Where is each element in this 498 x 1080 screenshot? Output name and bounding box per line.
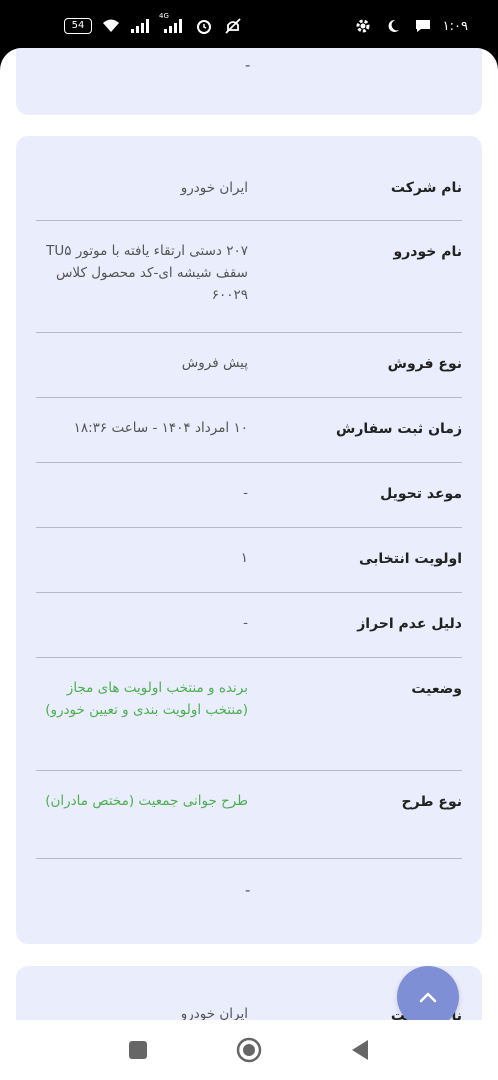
recent-apps-button[interactable] [129, 1041, 147, 1063]
row-label: نام خودرو [393, 244, 462, 260]
row-sale-type: نوع فروش پیش فروش [36, 332, 462, 398]
row-value: - [243, 615, 248, 631]
previous-card: - [16, 48, 482, 115]
wifi-icon [101, 18, 121, 34]
alarm-icon [194, 18, 214, 34]
row-rejection-reason: دلیل عدم احراز - [36, 592, 462, 658]
row-plan-type: نوع طرح طرح جوانی جمعیت (مختص مادران) [36, 770, 462, 859]
moon-icon [383, 18, 403, 34]
battery-icon: 54 [64, 18, 92, 34]
app-screen: - نام شرکت ایران خودرو نام خودرو ۲۰۷ دست… [0, 48, 498, 1020]
row-label: وضعیت [411, 681, 462, 697]
chevron-up-icon [419, 992, 437, 1003]
scroll-top-button[interactable] [397, 966, 459, 1020]
signal-icon [130, 18, 150, 34]
row-value: ۱۰ امرداد ۱۴۰۴ - ساعت ۱۸:۳۶ [73, 420, 248, 436]
row-order-time: زمان ثبت سفارش ۱۰ امرداد ۱۴۰۴ - ساعت ۱۸:… [36, 397, 462, 463]
message-icon [413, 18, 433, 34]
row-company: نام شرکت ایران خودرو [36, 136, 462, 221]
previous-card-value: - [245, 56, 251, 74]
clock: ۱:۰۹ [442, 18, 468, 34]
row-value: ایران خودرو [180, 180, 248, 196]
row-label: نام شرکت [390, 180, 462, 196]
status-value: برنده و منتخب اولویت های مجاز (منتخب اول… [45, 680, 248, 718]
row-label: موعد تحویل [380, 486, 462, 502]
row-label: دلیل عدم احراز [357, 616, 462, 632]
row-value: ۲۰۷ دستی ارتقاء یافته با موتور TU۵ سقف ش… [46, 243, 248, 303]
mute-icon [223, 18, 243, 34]
home-button[interactable] [236, 1037, 262, 1067]
row-car-name: نام خودرو ۲۰۷ دستی ارتقاء یافته با موتور… [36, 220, 462, 333]
row-value: پیش فروش [181, 355, 248, 371]
row-priority: اولویت انتخابی ۱ [36, 527, 462, 593]
row-value: ایران خودرو [180, 1006, 248, 1020]
signal-4g-icon: 4G [159, 12, 185, 34]
row-value: ۱ [240, 550, 248, 566]
row-label: اولویت انتخابی [358, 551, 462, 567]
plan-value: طرح جوانی جمعیت (مختص مادران) [45, 793, 248, 809]
card-footer-value: - [245, 881, 251, 899]
row-label: نوع فروش [387, 356, 462, 372]
row-value: - [243, 485, 248, 501]
row-status: وضعیت برنده و منتخب اولویت های مجاز (منت… [36, 657, 462, 771]
row-label: زمان ثبت سفارش [336, 421, 462, 437]
row-delivery-date: موعد تحویل - [36, 462, 462, 528]
system-nav-bar [0, 1020, 498, 1080]
row-label: نوع طرح [401, 794, 462, 810]
settings-icon [353, 18, 373, 34]
back-button[interactable] [350, 1039, 370, 1065]
order-card: نام شرکت ایران خودرو نام خودرو ۲۰۷ دستی … [16, 136, 482, 944]
status-bar: 54 4G ۱:۰۹ [0, 0, 498, 48]
